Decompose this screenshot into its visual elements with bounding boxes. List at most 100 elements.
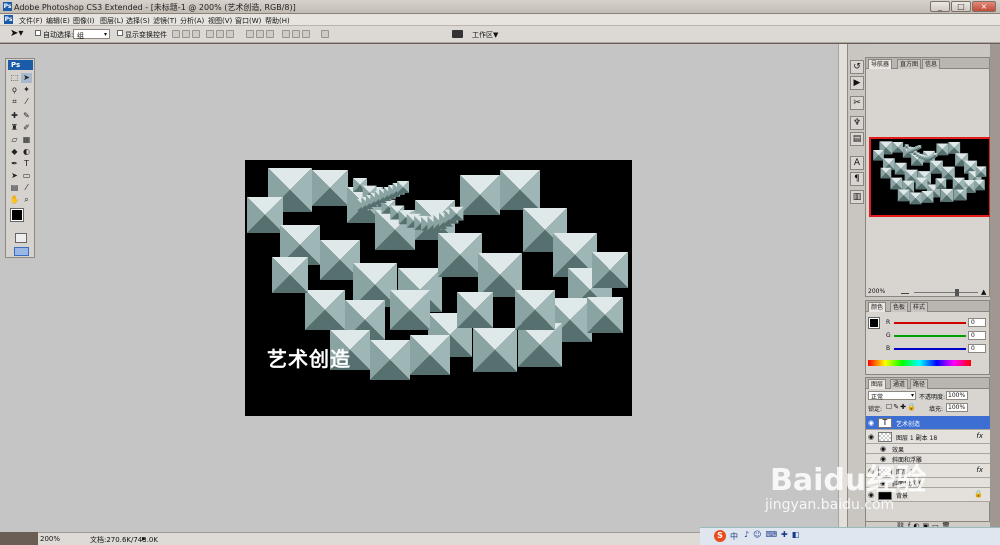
slice-tool-icon[interactable]: ⁄ xyxy=(21,97,32,107)
zoom-in-icon[interactable]: ▲ xyxy=(981,288,986,296)
menu-analysis[interactable]: 分析(A) xyxy=(180,16,204,26)
crop-tool-icon[interactable]: ⌗ xyxy=(9,97,20,107)
menu-filter[interactable]: 滤镜(T) xyxy=(153,16,177,26)
sogou-ime-icon[interactable]: S xyxy=(714,530,726,542)
eyedropper-icon[interactable]: ⁄ xyxy=(21,183,32,193)
channel-slider[interactable] xyxy=(894,322,966,324)
brushes-panel-icon[interactable]: ♆ xyxy=(850,116,864,130)
status-zoom[interactable]: 200% xyxy=(40,535,60,543)
clone-stamp-icon[interactable]: ♜ xyxy=(9,123,20,133)
path-select-icon[interactable]: ➤ xyxy=(9,171,20,181)
eye-icon[interactable]: ◉ xyxy=(880,445,886,453)
menu-window[interactable]: 窗口(W) xyxy=(235,16,261,26)
actions-panel-icon[interactable]: ▶ xyxy=(850,76,864,90)
tab-swatches[interactable]: 色板 xyxy=(890,302,909,312)
clone-source-icon[interactable]: ▤ xyxy=(850,132,864,146)
layer-row[interactable]: ◉ 图层 1 副本 18 fx xyxy=(866,430,991,444)
align-top-icon[interactable] xyxy=(172,30,180,38)
tab-navigator[interactable]: 导航器 xyxy=(868,59,893,69)
show-transform-checkbox[interactable] xyxy=(117,30,123,36)
marquee-tool-icon[interactable]: ⬚ xyxy=(9,73,20,83)
align-right-icon[interactable] xyxy=(226,30,234,38)
hand-tool-icon[interactable]: ✋ xyxy=(9,195,20,205)
minimize-button[interactable]: _ xyxy=(930,1,950,12)
document-canvas[interactable]: 艺术创造 xyxy=(245,160,632,416)
paragraph-panel-icon[interactable]: ¶ xyxy=(850,172,864,186)
zoom-slider-thumb[interactable] xyxy=(955,289,959,296)
distribute-bottom-icon[interactable] xyxy=(266,30,274,38)
fx-icon[interactable]: fx xyxy=(976,466,983,474)
navigator-preview[interactable] xyxy=(869,137,991,217)
menu-view[interactable]: 视图(V) xyxy=(208,16,232,26)
menu-help[interactable]: 帮助(H) xyxy=(265,16,290,26)
eraser-tool-icon[interactable]: ▱ xyxy=(9,135,20,145)
menu-image[interactable]: 图像(I) xyxy=(73,16,95,26)
zoom-out-icon[interactable] xyxy=(901,290,909,294)
opacity-field[interactable]: 100% xyxy=(946,391,968,400)
channel-slider[interactable] xyxy=(894,335,966,337)
ime-tool-icons[interactable]: ♪☺⌨✚◧ xyxy=(744,530,803,539)
align-left-icon[interactable] xyxy=(206,30,214,38)
screen-mode-icon[interactable] xyxy=(14,247,29,256)
magic-wand-icon[interactable]: ✦ xyxy=(21,85,32,95)
distribute-left-icon[interactable] xyxy=(282,30,290,38)
quick-mask-icon[interactable] xyxy=(15,233,27,243)
tab-styles[interactable]: 样式 xyxy=(910,302,929,312)
status-menu-arrow-icon[interactable]: ▸ xyxy=(142,534,146,543)
shape-tool-icon[interactable]: ▭ xyxy=(21,171,32,181)
tab-histogram[interactable]: 直方图 xyxy=(897,59,922,69)
menu-edit[interactable]: 编辑(E) xyxy=(46,16,70,26)
lasso-tool-icon[interactable]: ϙ xyxy=(9,85,20,95)
zoom-tool-icon[interactable]: ⌕ xyxy=(21,195,32,205)
color-fg-swatch[interactable] xyxy=(868,317,880,329)
fill-field[interactable]: 100% xyxy=(946,403,968,412)
channel-value[interactable]: 0 xyxy=(968,331,986,340)
ps-app-icon[interactable]: Ps xyxy=(3,2,12,11)
layer-effect-row[interactable]: ◉ 效果 xyxy=(866,444,991,454)
align-bottom-icon[interactable] xyxy=(192,30,200,38)
menu-select[interactable]: 选择(S) xyxy=(126,16,150,26)
lock-icons[interactable]: ☐✎✚🔒 xyxy=(886,403,917,411)
tab-color[interactable]: 颜色 xyxy=(868,302,887,312)
close-button[interactable]: × xyxy=(972,1,996,12)
dodge-tool-icon[interactable]: ◐ xyxy=(21,147,32,157)
tab-layers[interactable]: 图层 xyxy=(868,379,887,389)
history-panel-icon[interactable]: ↺ xyxy=(850,60,864,74)
brush-tool-icon[interactable]: ✎ xyxy=(21,111,32,121)
tab-channels[interactable]: 通道 xyxy=(890,379,909,389)
distribute-top-icon[interactable] xyxy=(246,30,254,38)
auto-select-dropdown[interactable]: 组 ▾ xyxy=(73,29,110,40)
zoom-slider[interactable] xyxy=(914,292,978,293)
pen-tool-icon[interactable]: ✒ xyxy=(9,159,20,169)
character-panel-icon[interactable]: A xyxy=(850,156,864,170)
gradient-tool-icon[interactable]: ▦ xyxy=(21,135,32,145)
menu-layer[interactable]: 图层(L) xyxy=(100,16,123,26)
tab-paths[interactable]: 路径 xyxy=(910,379,929,389)
move-tool-icon[interactable]: ➤ xyxy=(21,73,32,83)
eye-icon[interactable]: ◉ xyxy=(868,433,874,441)
channel-value[interactable]: 0 xyxy=(968,344,986,353)
channel-slider[interactable] xyxy=(894,348,966,350)
layer-row[interactable]: ◉ T 艺术创造 xyxy=(866,416,991,430)
align-hcenter-icon[interactable] xyxy=(216,30,224,38)
move-tool-preset-icon[interactable]: ➤▾ xyxy=(10,29,23,39)
ps-menu-icon[interactable]: Ps xyxy=(4,15,13,24)
color-spectrum-bar[interactable] xyxy=(868,360,971,366)
auto-align-layers-icon[interactable] xyxy=(321,30,329,38)
layer-comps-icon[interactable]: ▥ xyxy=(850,190,864,204)
healing-brush-icon[interactable]: ✚ xyxy=(9,111,20,121)
distribute-vcenter-icon[interactable] xyxy=(256,30,264,38)
type-tool-icon[interactable]: T xyxy=(21,159,32,169)
tool-presets-icon[interactable]: ✂ xyxy=(850,96,864,110)
ime-mode[interactable]: 中 xyxy=(730,531,738,542)
align-vcenter-icon[interactable] xyxy=(182,30,190,38)
distribute-right-icon[interactable] xyxy=(302,30,310,38)
blend-mode-dropdown[interactable]: 正常 ▾ xyxy=(868,391,916,401)
fx-icon[interactable]: fx xyxy=(976,432,983,440)
channel-value[interactable]: 0 xyxy=(968,318,986,327)
workspace-button[interactable]: 工作区▼ xyxy=(472,30,498,40)
tab-info[interactable]: 信息 xyxy=(922,59,941,69)
distribute-hcenter-icon[interactable] xyxy=(292,30,300,38)
brush-palette-icon[interactable] xyxy=(452,30,463,38)
navigator-zoom-value[interactable]: 200% xyxy=(868,288,885,295)
